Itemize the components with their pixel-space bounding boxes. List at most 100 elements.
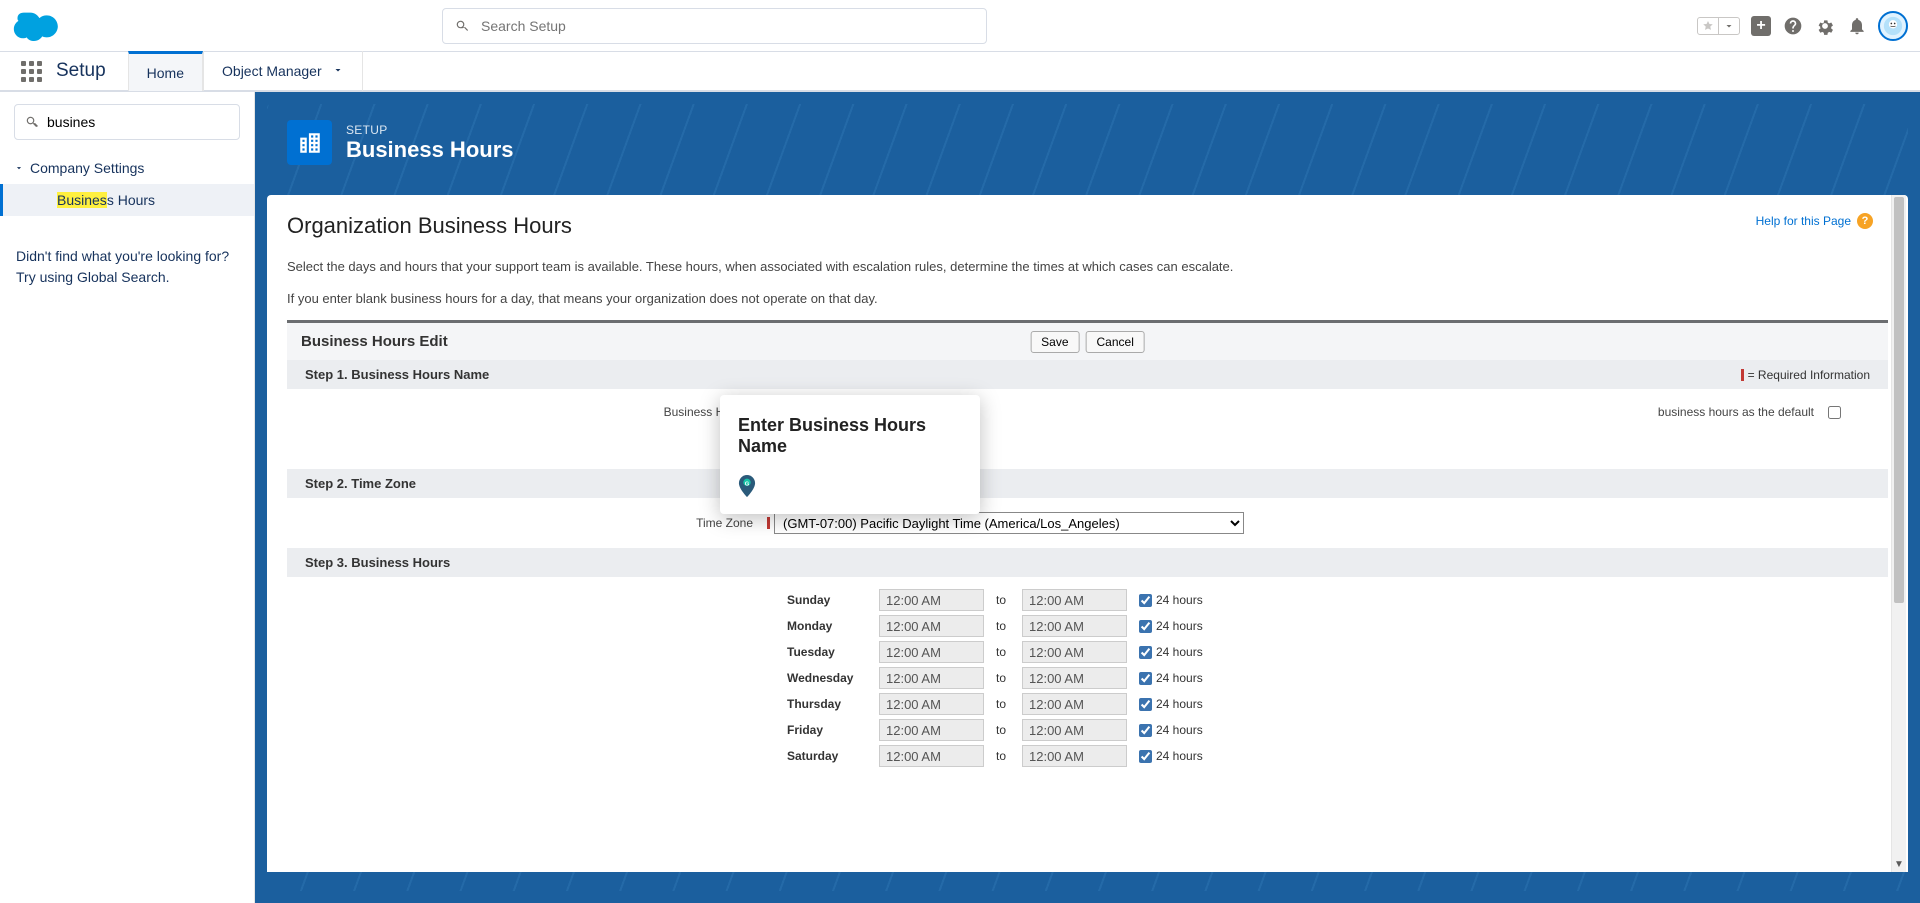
to-label: to	[996, 645, 1010, 659]
breadcrumb: SETUP	[346, 123, 514, 137]
avatar-icon	[1883, 16, 1903, 36]
svg-text:G: G	[745, 481, 750, 487]
star-icon	[1702, 20, 1714, 32]
24-hours-checkbox[interactable]	[1139, 620, 1152, 633]
timezone-select[interactable]: (GMT-07:00) Pacific Daylight Time (Ameri…	[774, 512, 1244, 534]
to-time-input[interactable]	[1022, 693, 1127, 715]
day-label: Friday	[787, 723, 867, 737]
from-time-input[interactable]	[879, 589, 984, 611]
hours-row: Thursday to 24 hours	[787, 691, 1888, 717]
required-mark-icon	[1741, 369, 1744, 381]
from-time-input[interactable]	[879, 667, 984, 689]
24-hours-checkbox[interactable]	[1139, 646, 1152, 659]
to-time-input[interactable]	[1022, 589, 1127, 611]
setup-sidebar: Company Settings Business Hours Didn't f…	[0, 92, 255, 903]
to-label: to	[996, 671, 1010, 685]
content-card: ▲ ▼ Help for this Page ? Organization Bu…	[267, 195, 1908, 872]
day-label: Tuesday	[787, 645, 867, 659]
search-icon	[455, 19, 469, 33]
from-time-input[interactable]	[879, 641, 984, 663]
from-time-input[interactable]	[879, 615, 984, 637]
from-time-input[interactable]	[879, 745, 984, 767]
day-label: Thursday	[787, 697, 867, 711]
to-time-input[interactable]	[1022, 641, 1127, 663]
24-hours-label[interactable]: 24 hours	[1139, 671, 1203, 685]
timezone-label: Time Zone	[287, 512, 767, 534]
scrollbar[interactable]: ▲ ▼	[1891, 195, 1906, 872]
question-icon	[1783, 16, 1803, 36]
page-header: SETUP Business Hours	[267, 104, 1908, 195]
scroll-thumb[interactable]	[1894, 197, 1904, 603]
to-time-input[interactable]	[1022, 615, 1127, 637]
global-search[interactable]	[442, 8, 987, 44]
24-hours-checkbox[interactable]	[1139, 594, 1152, 607]
quick-find-input[interactable]	[47, 114, 229, 130]
24-hours-label[interactable]: 24 hours	[1139, 723, 1203, 737]
section-title: Organization Business Hours	[287, 213, 1888, 239]
help-button[interactable]	[1782, 15, 1804, 37]
search-icon	[25, 115, 39, 129]
description-1: Select the days and hours that your supp…	[287, 257, 1888, 277]
cancel-button[interactable]: Cancel	[1086, 331, 1145, 353]
chevron-down-icon	[332, 63, 344, 79]
map-pin-icon: G	[738, 475, 756, 497]
from-time-input[interactable]	[879, 719, 984, 741]
header-actions: +	[1697, 11, 1908, 41]
empty-line-1: Didn't find what you're looking for?	[16, 246, 238, 267]
sidebar-empty-message: Didn't find what you're looking for? Try…	[0, 216, 254, 288]
tab-object-manager-label: Object Manager	[222, 63, 322, 79]
edit-bar: Business Hours Edit Save Cancel	[287, 320, 1888, 360]
24-hours-label[interactable]: 24 hours	[1139, 593, 1203, 607]
24-hours-label[interactable]: 24 hours	[1139, 697, 1203, 711]
24-hours-checkbox[interactable]	[1139, 724, 1152, 737]
tree-business-hours[interactable]: Business Hours	[0, 184, 254, 216]
24-hours-checkbox[interactable]	[1139, 672, 1152, 685]
chevron-down-icon	[1723, 20, 1735, 32]
required-info-legend: = Required Information	[1741, 367, 1870, 382]
day-label: Wednesday	[787, 671, 867, 685]
tree-item-label-rest: s Hours	[107, 192, 155, 208]
to-time-input[interactable]	[1022, 667, 1127, 689]
question-icon: ?	[1857, 213, 1873, 229]
global-create-button[interactable]: +	[1750, 15, 1772, 37]
scroll-down-arrow[interactable]: ▼	[1892, 857, 1906, 872]
24-hours-label[interactable]: 24 hours	[1139, 749, 1203, 763]
help-for-page-link[interactable]: Help for this Page ?	[1756, 213, 1873, 229]
24-hours-label[interactable]: 24 hours	[1139, 619, 1203, 633]
help-link-label: Help for this Page	[1756, 214, 1851, 228]
required-info-text: = Required Information	[1748, 368, 1870, 382]
24-hours-label[interactable]: 24 hours	[1139, 645, 1203, 659]
app-launcher-button[interactable]	[12, 52, 50, 90]
global-search-input[interactable]	[481, 18, 974, 34]
description-2: If you enter blank business hours for a …	[287, 289, 1888, 309]
settings-button[interactable]	[1814, 15, 1836, 37]
waffle-icon	[21, 61, 42, 82]
favorites-toggle[interactable]	[1697, 17, 1740, 35]
to-label: to	[996, 697, 1010, 711]
to-time-input[interactable]	[1022, 745, 1127, 767]
hours-row: Wednesday to 24 hours	[787, 665, 1888, 691]
search-highlight: Busines	[57, 192, 107, 208]
from-time-input[interactable]	[879, 693, 984, 715]
hours-row: Saturdayto 24 hours	[787, 743, 1888, 769]
hours-row: Sundayto 24 hours	[787, 587, 1888, 613]
popover-title: Enter Business Hours Name	[738, 415, 962, 457]
to-label: to	[996, 749, 1010, 763]
to-label: to	[996, 619, 1010, 633]
chevron-down-icon	[14, 160, 24, 176]
tab-home[interactable]: Home	[128, 51, 203, 91]
24-hours-checkbox[interactable]	[1139, 750, 1152, 763]
hours-row: Fridayto 24 hours	[787, 717, 1888, 743]
quick-find[interactable]	[14, 104, 240, 140]
salesforce-logo	[12, 8, 67, 44]
save-button[interactable]: Save	[1030, 331, 1079, 353]
notifications-button[interactable]	[1846, 15, 1868, 37]
user-avatar[interactable]	[1878, 11, 1908, 41]
day-label: Monday	[787, 619, 867, 633]
hours-row: Tuesday to 24 hours	[787, 639, 1888, 665]
24-hours-checkbox[interactable]	[1139, 698, 1152, 711]
to-time-input[interactable]	[1022, 719, 1127, 741]
default-checkbox[interactable]	[1828, 406, 1841, 419]
tree-company-settings[interactable]: Company Settings	[0, 152, 254, 184]
tab-object-manager[interactable]: Object Manager	[203, 51, 363, 91]
